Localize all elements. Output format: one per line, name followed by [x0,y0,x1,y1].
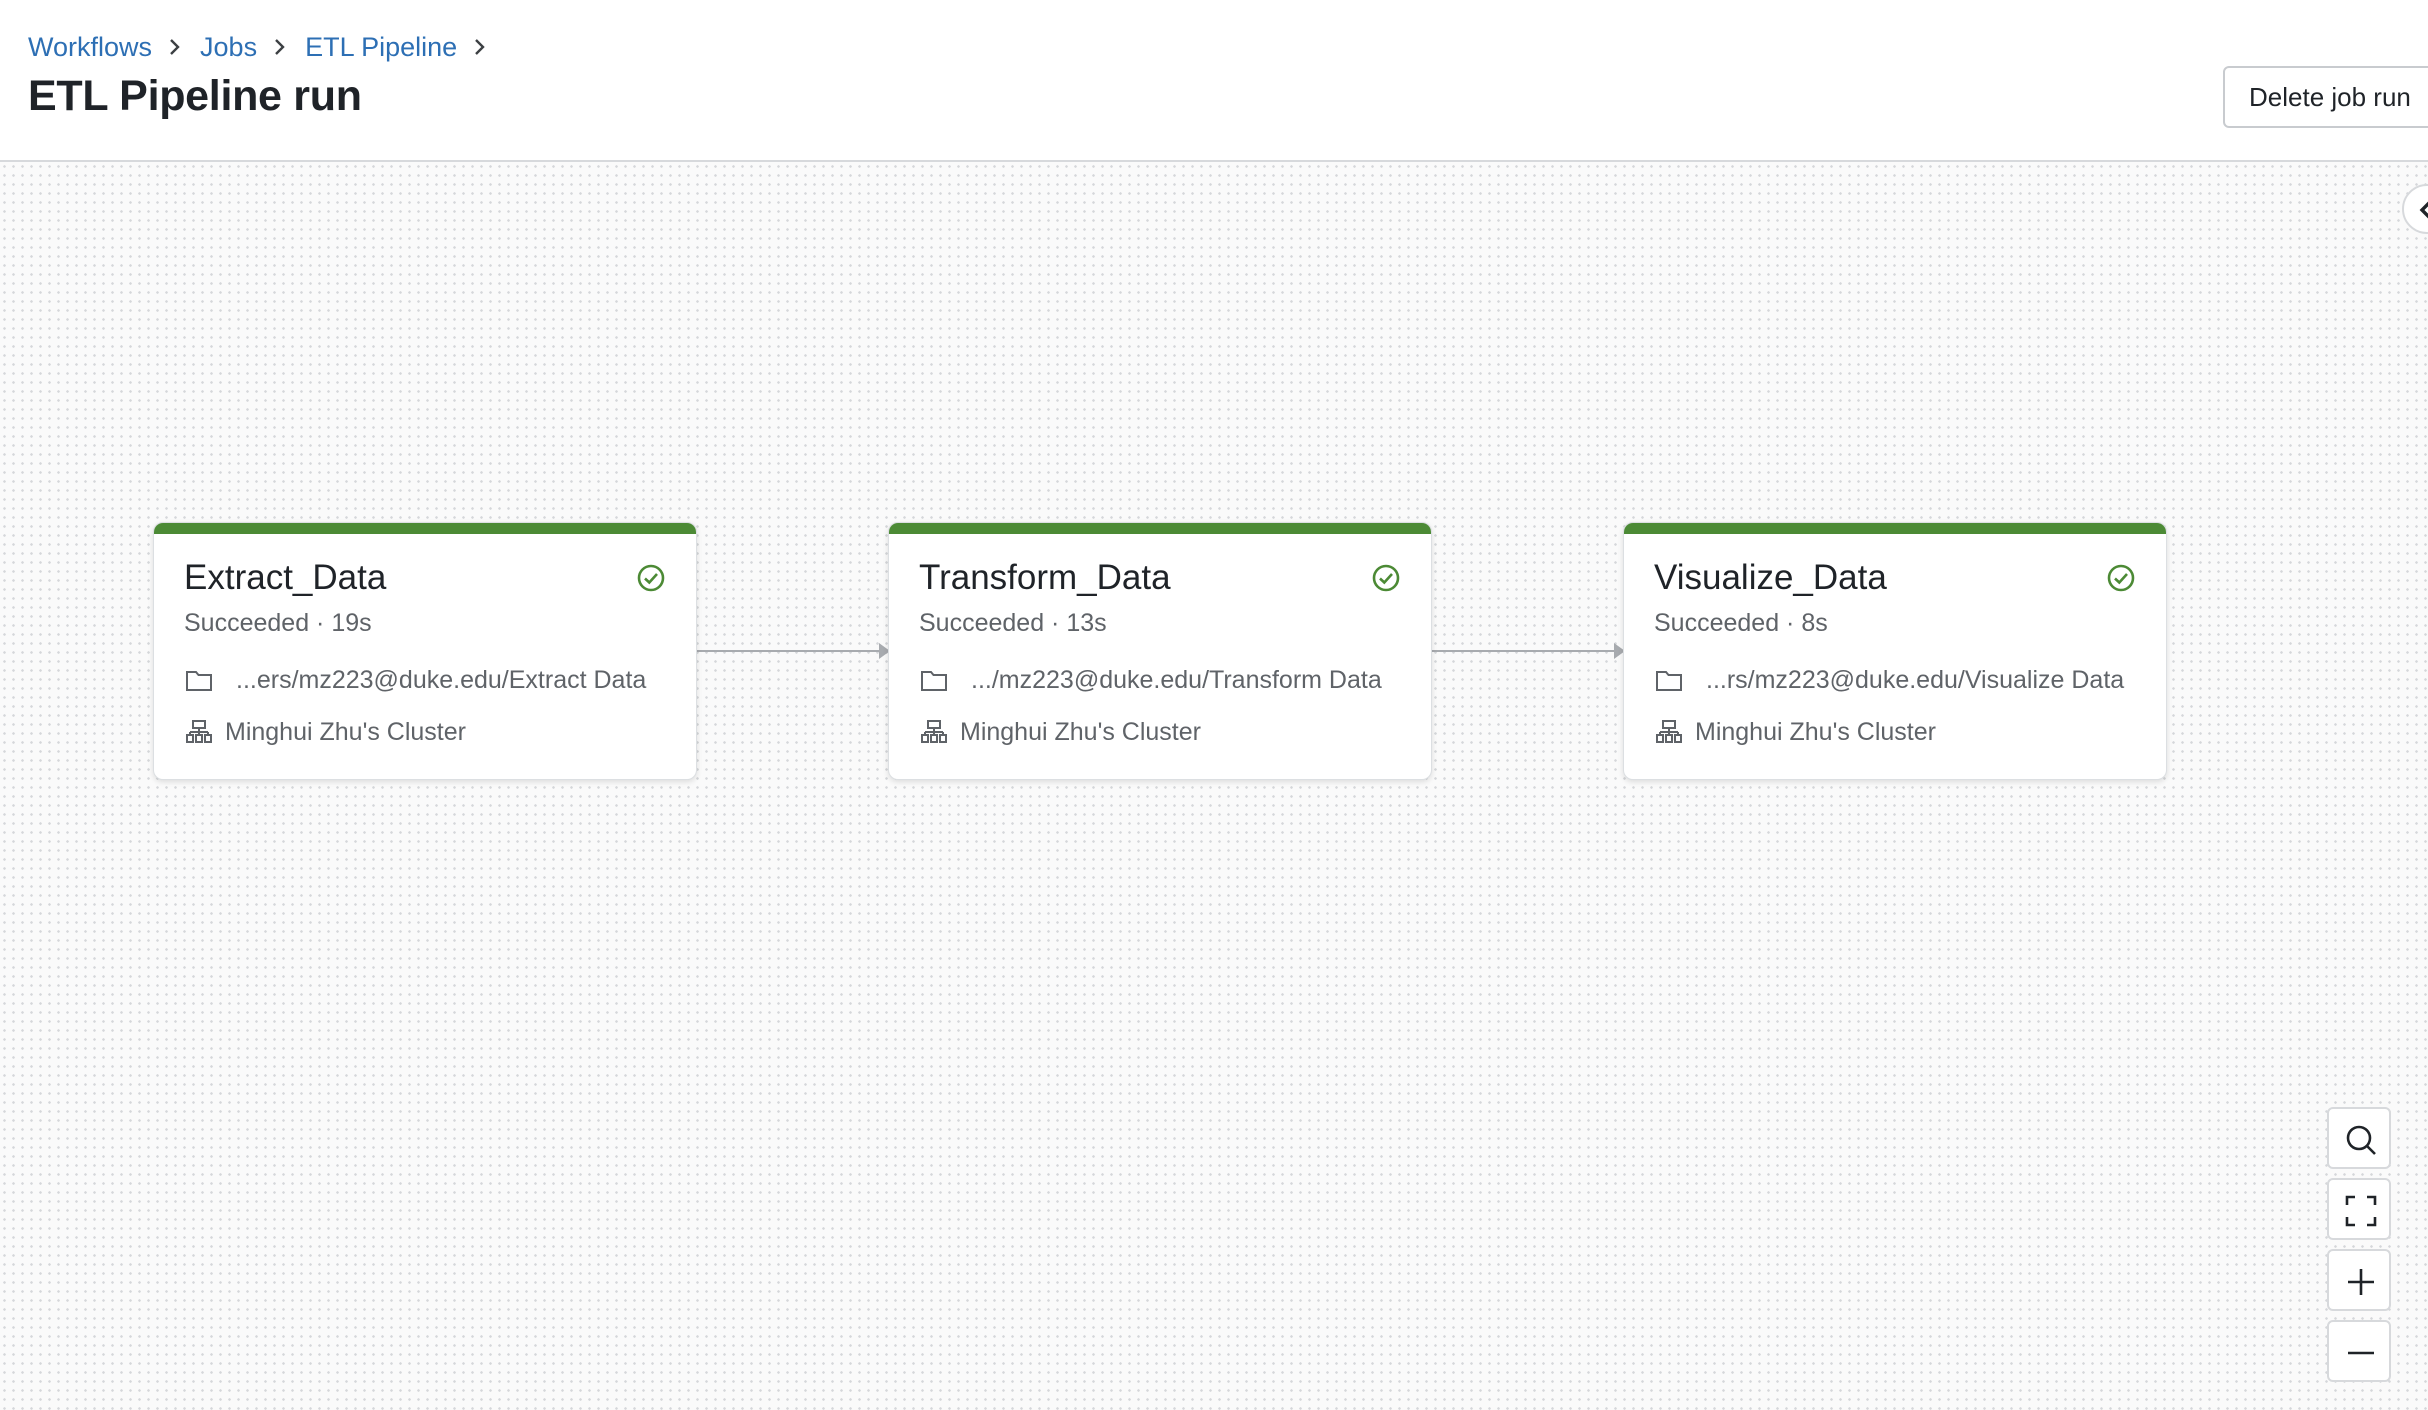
task-path-text: ...rs/mz223@duke.edu/Visualize Data [1706,665,2125,694]
task-name: Extract_Data [184,558,387,597]
task-card-visualize-data[interactable]: Visualize_Data Succeeded · 8s ...rs/mz22… [1623,522,2167,780]
page-title: ETL Pipeline run [28,72,362,120]
cluster-icon [186,720,212,743]
breadcrumb-jobs[interactable]: Jobs [200,32,257,63]
chevron-right-icon[interactable] [463,28,499,66]
success-check-icon [637,564,665,592]
task-cluster: Minghui Zhu's Cluster [184,717,466,747]
folder-icon [921,671,947,691]
zoom-out-icon [2348,1351,2374,1355]
cluster-icon [921,720,947,743]
task-status: Succeeded · 13s [919,609,1107,637]
status-bar [1624,523,2166,534]
cluster-name: Minghui Zhu's Cluster [225,717,466,746]
chevron-right-icon [158,28,194,66]
success-check-icon [2107,564,2135,592]
task-status: Succeeded · 8s [1654,609,1828,637]
cluster-name: Minghui Zhu's Cluster [1695,717,1936,746]
task-path-text: ...ers/mz223@duke.edu/Extract Data [236,665,647,694]
zoom-in-button[interactable] [2327,1249,2391,1311]
task-card-transform-data[interactable]: Transform_Data Succeeded · 13s .../mz223… [888,522,1432,780]
breadcrumb-etl-pipeline[interactable]: ETL Pipeline [305,32,457,63]
delete-job-run-button[interactable]: Delete job run [2223,66,2428,128]
task-path: ...ers/mz223@duke.edu/Extract Data [184,665,646,695]
search-button[interactable] [2327,1107,2391,1169]
task-cluster: Minghui Zhu's Cluster [1654,717,1936,747]
breadcrumb: Workflows Jobs ETL Pipeline [28,28,505,66]
task-path-text: .../mz223@duke.edu/Transform Data [971,665,1382,694]
zoom-out-button[interactable] [2327,1320,2391,1382]
breadcrumb-workflows[interactable]: Workflows [28,32,152,63]
task-path: ...rs/mz223@duke.edu/Visualize Data [1654,665,2124,695]
task-cluster: Minghui Zhu's Cluster [919,717,1201,747]
task-name: Visualize_Data [1654,558,1887,597]
fit-view-icon [2345,1195,2377,1227]
task-name: Transform_Data [919,558,1171,597]
status-bar [154,523,696,534]
task-status: Succeeded · 19s [184,609,372,637]
search-icon [2346,1125,2376,1155]
zoom-in-icon [2348,1269,2374,1295]
cluster-name: Minghui Zhu's Cluster [960,717,1201,746]
dag-canvas[interactable] [0,162,2428,1410]
dependency-edge [1432,650,1615,652]
page-header: Workflows Jobs ETL Pipeline ETL Pipeline… [0,0,2428,162]
folder-icon [1656,671,1682,691]
chevron-right-icon [263,28,299,66]
dependency-edge [697,650,880,652]
task-path: .../mz223@duke.edu/Transform Data [919,665,1382,695]
status-bar [889,523,1431,534]
cluster-icon [1656,720,1682,743]
task-card-extract-data[interactable]: Extract_Data Succeeded · 19s ...ers/mz22… [153,522,697,780]
folder-icon [186,671,212,691]
success-check-icon [1372,564,1400,592]
fit-view-button[interactable] [2327,1178,2391,1240]
chevron-left-icon [2419,201,2428,219]
